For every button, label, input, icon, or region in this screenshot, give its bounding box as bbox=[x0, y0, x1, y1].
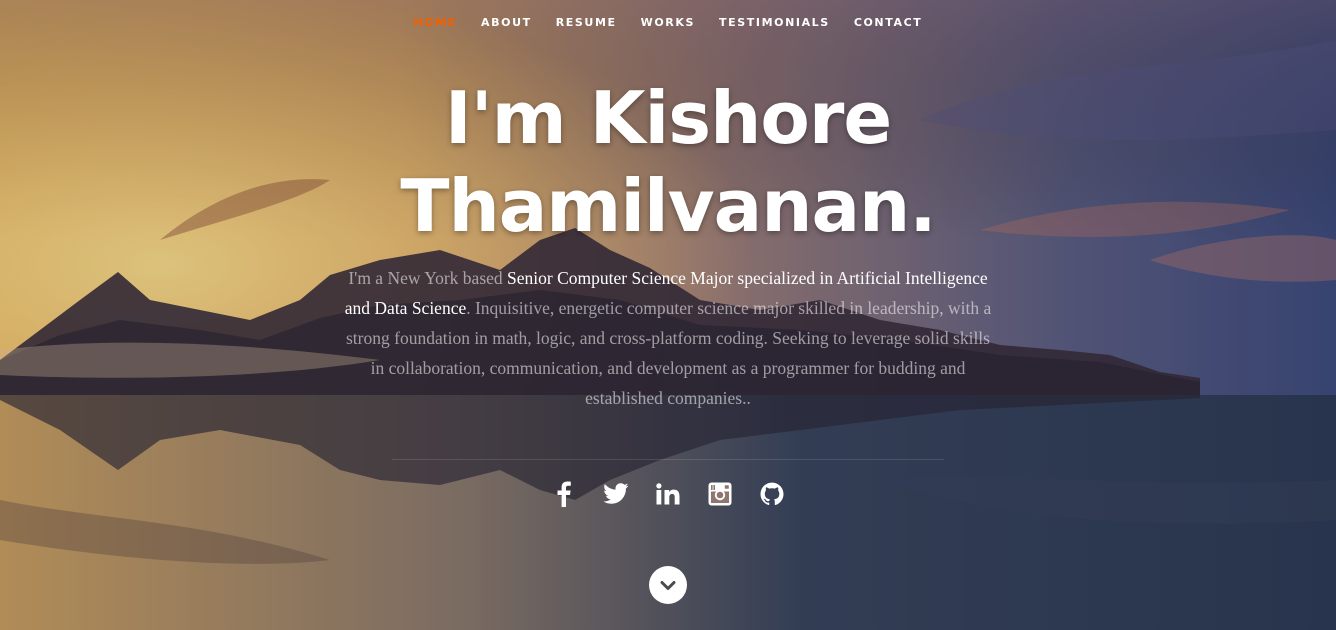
headline-line-2: Thamilvanan. bbox=[400, 164, 936, 248]
hero-headline: I'm Kishore Thamilvanan. bbox=[0, 74, 1336, 250]
nav-item-testimonials[interactable]: TESTIMONIALS bbox=[707, 16, 842, 29]
headline-line-1: I'm Kishore bbox=[444, 76, 892, 160]
hero-bio: I'm a New York based Senior Computer Sci… bbox=[340, 263, 996, 413]
divider bbox=[392, 459, 944, 460]
nav-item-contact[interactable]: CONTACT bbox=[842, 16, 935, 29]
chevron-down-icon bbox=[660, 581, 676, 590]
scroll-down-button[interactable] bbox=[649, 566, 687, 604]
social-links bbox=[0, 480, 1336, 508]
nav-item-works[interactable]: WORKS bbox=[629, 16, 707, 29]
facebook-icon[interactable] bbox=[551, 480, 577, 508]
twitter-icon[interactable] bbox=[603, 480, 629, 508]
nav-item-resume[interactable]: RESUME bbox=[544, 16, 629, 29]
nav-item-about[interactable]: ABOUT bbox=[469, 16, 544, 29]
linkedin-icon[interactable] bbox=[655, 480, 681, 508]
bio-intro: I'm a New York based bbox=[348, 268, 508, 288]
github-icon[interactable] bbox=[759, 480, 785, 508]
nav-item-home[interactable]: HOME bbox=[402, 16, 469, 29]
instagram-icon[interactable] bbox=[707, 480, 733, 508]
main-nav: HOME ABOUT RESUME WORKS TESTIMONIALS CON… bbox=[0, 11, 1336, 30]
hero-section: HOME ABOUT RESUME WORKS TESTIMONIALS CON… bbox=[0, 0, 1336, 630]
